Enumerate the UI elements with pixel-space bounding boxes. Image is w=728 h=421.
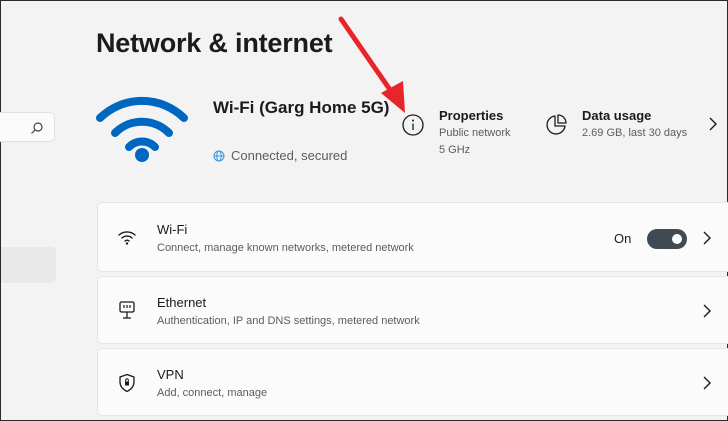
page-title: Network & internet bbox=[96, 28, 333, 58]
chevron-right-icon[interactable] bbox=[707, 116, 719, 132]
properties-title: Properties bbox=[439, 108, 504, 123]
data-usage-button[interactable]: Data usage 2.69 GB, last 30 days bbox=[544, 107, 687, 142]
row-title: Ethernet bbox=[157, 295, 207, 310]
annotation-arrow bbox=[338, 16, 405, 113]
vpn-settings-row[interactable]: VPN Add, connect, manage bbox=[97, 348, 728, 416]
wifi-settings-row[interactable]: Wi-Fi Connect, manage known networks, me… bbox=[97, 202, 728, 272]
row-subtitle: Authentication, IP and DNS settings, met… bbox=[157, 315, 420, 327]
data-usage-amount: 2.69 GB, last 30 days bbox=[582, 127, 688, 139]
globe-icon bbox=[213, 150, 225, 161]
connection-status: Connected, secured bbox=[213, 148, 347, 163]
toggle-knob bbox=[672, 234, 682, 244]
pie-chart-icon bbox=[546, 114, 567, 135]
search-input[interactable] bbox=[0, 112, 55, 142]
status-text: Connected, secured bbox=[231, 148, 348, 163]
wifi-icon bbox=[118, 231, 136, 245]
nav-item-selected[interactable] bbox=[1, 247, 56, 283]
ethernet-icon bbox=[119, 301, 135, 319]
wifi-toggle[interactable] bbox=[647, 229, 687, 249]
ethernet-settings-row[interactable]: Ethernet Authentication, IP and DNS sett… bbox=[97, 276, 728, 344]
row-title: Wi-Fi bbox=[157, 222, 188, 237]
chevron-right-icon bbox=[703, 304, 711, 318]
data-usage-title: Data usage bbox=[582, 108, 652, 123]
row-subtitle: Add, connect, manage bbox=[157, 387, 268, 399]
toggle-state-label: On bbox=[614, 231, 632, 246]
search-icon bbox=[31, 122, 43, 134]
row-title: VPN bbox=[157, 367, 184, 382]
vpn-shield-icon bbox=[119, 373, 135, 393]
chevron-right-icon bbox=[703, 231, 711, 245]
chevron-right-icon bbox=[703, 376, 711, 390]
properties-network-type: Public network bbox=[439, 127, 511, 139]
row-subtitle: Connect, manage known networks, metered … bbox=[157, 242, 414, 254]
properties-button[interactable]: Properties Public network 5 GHz bbox=[401, 107, 511, 159]
properties-band: 5 GHz bbox=[439, 144, 471, 156]
wifi-hero-icon bbox=[96, 96, 188, 162]
